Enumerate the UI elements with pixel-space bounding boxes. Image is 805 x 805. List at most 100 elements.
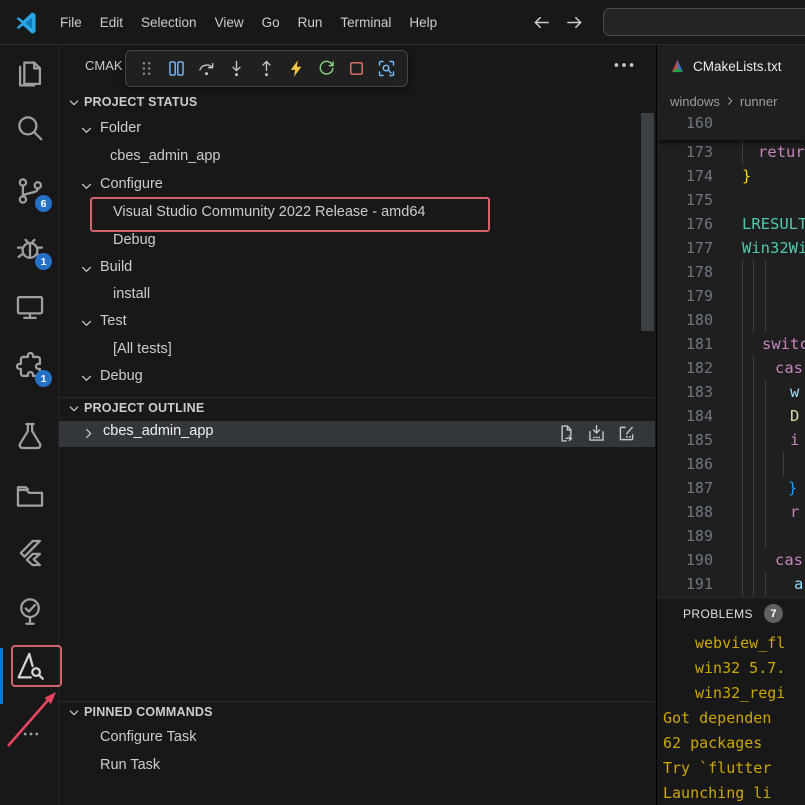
step-into-icon[interactable] [226, 58, 247, 79]
menu-view[interactable]: View [206, 0, 253, 45]
code-line-186[interactable]: 186 [657, 452, 805, 476]
activity-item-run-debug[interactable]: 1 [13, 232, 47, 266]
activity-item-cmake-tools[interactable] [13, 649, 47, 683]
code-text: a [794, 572, 803, 596]
activity-item-search[interactable] [13, 111, 47, 145]
activity-item-explorer[interactable] [13, 57, 47, 91]
section-header-pinned-commands[interactable]: PINNED COMMANDS [59, 701, 655, 724]
code-line-175[interactable]: 175 [657, 188, 805, 212]
restart-icon[interactable] [316, 58, 337, 79]
back-arrow-icon[interactable] [531, 12, 552, 33]
split-columns-icon[interactable] [166, 58, 187, 79]
menu-help[interactable]: Help [400, 0, 446, 45]
activity-item-project-manager[interactable] [13, 478, 47, 512]
code-line-173[interactable]: 173retur [657, 140, 805, 164]
tree-item-build[interactable]: Build [59, 257, 655, 282]
activity-item-extensions[interactable]: 1 [13, 349, 47, 383]
code-line-179[interactable]: 179 [657, 284, 805, 308]
tree-item-visual-studio-community-2022-release-amd64[interactable]: Visual Studio Community 2022 Release - a… [59, 202, 655, 227]
debug-flash-icon[interactable] [286, 58, 307, 79]
indent-guide [765, 476, 766, 500]
stop-icon[interactable] [346, 58, 367, 79]
indent-guide [742, 140, 743, 164]
line-number: 185 [657, 428, 713, 452]
code-line-185[interactable]: 185i [657, 428, 805, 452]
tree-item-configure[interactable]: Configure [59, 174, 655, 199]
tree-item-run-task[interactable]: Run Task [59, 755, 655, 780]
code-line-183[interactable]: 183w [657, 380, 805, 404]
tree-item-label: Configure [100, 176, 163, 192]
step-out-icon[interactable] [256, 58, 277, 79]
tree-item-install[interactable]: install [59, 284, 655, 309]
code-area[interactable]: 173retur174}175176LRESULT177Win32Wi17817… [657, 140, 805, 596]
config-box-icon[interactable] [616, 423, 637, 444]
line-number: 187 [657, 476, 713, 500]
tree-item-cbes-admin-app[interactable]: cbes_admin_app [59, 421, 655, 447]
section-header-project-outline[interactable]: PROJECT OUTLINE [59, 397, 655, 420]
code-line-188[interactable]: 188r [657, 500, 805, 524]
chevron-down-icon [66, 401, 82, 417]
indent-guide [753, 524, 754, 548]
indent-guide [742, 284, 743, 308]
indent-guide [765, 308, 766, 332]
tree-item-folder[interactable]: Folder [59, 118, 655, 143]
activity-item-tree-view[interactable] [13, 594, 47, 628]
code-line-189[interactable]: 189 [657, 524, 805, 548]
activity-item-remote-explorer[interactable] [13, 290, 47, 324]
command-center-searchbox[interactable] [603, 8, 805, 36]
indent-guide [753, 428, 754, 452]
indent-guide [765, 404, 766, 428]
tree-item--all-tests-[interactable]: [All tests] [59, 339, 655, 364]
code-line-176[interactable]: 176LRESULT [657, 212, 805, 236]
gripper-icon[interactable] [136, 58, 157, 79]
tree-item-configure-task[interactable]: Configure Task [59, 727, 655, 752]
install-tray-icon[interactable] [586, 423, 607, 444]
code-line-178[interactable]: 178 [657, 260, 805, 284]
tree-item-label: Folder [100, 120, 141, 136]
more-views-icon[interactable] [14, 724, 48, 744]
code-line-181[interactable]: 181switc [657, 332, 805, 356]
step-over-icon[interactable] [196, 58, 217, 79]
code-text: cas [775, 356, 803, 380]
problems-panel-header: PROBLEMS 7 [657, 598, 805, 629]
tree-item-cbes-admin-app[interactable]: cbes_admin_app [59, 146, 655, 171]
sidebar-more-actions-icon[interactable] [611, 52, 637, 78]
code-line-187[interactable]: 187} [657, 476, 805, 500]
code-text: Win32Wi [742, 236, 805, 260]
tab-cmakelists[interactable]: CMakeLists.txt [657, 45, 805, 88]
menu-go[interactable]: Go [253, 0, 289, 45]
activity-item-testing[interactable] [13, 419, 47, 453]
menu-run[interactable]: Run [289, 0, 332, 45]
code-line-174[interactable]: 174} [657, 164, 805, 188]
sticky-scroll-line[interactable]: 160 [657, 114, 805, 140]
tree-item-test[interactable]: Test [59, 311, 655, 336]
activity-item-flutter[interactable] [13, 536, 47, 570]
code-line-191[interactable]: 191a [657, 572, 805, 596]
tree-item-debug[interactable]: Debug [59, 366, 655, 391]
menu-file[interactable]: File [51, 0, 91, 45]
indent-guide [742, 428, 743, 452]
frame-search-icon[interactable] [376, 58, 397, 79]
code-line-184[interactable]: 184 D [657, 404, 805, 428]
code-line-180[interactable]: 180 [657, 308, 805, 332]
sidebar-scrollbar[interactable] [641, 113, 654, 331]
file-go-icon[interactable] [556, 423, 577, 444]
code-line-190[interactable]: 190cas [657, 548, 805, 572]
activity-item-source-control[interactable]: 6 [13, 174, 47, 208]
code-line-177[interactable]: 177Win32Wi [657, 236, 805, 260]
code-line-182[interactable]: 182cas [657, 356, 805, 380]
tree-item-debug[interactable]: Debug [59, 230, 655, 255]
sticky-line-number: 160 [657, 114, 713, 132]
menu-edit[interactable]: Edit [91, 0, 132, 45]
code-text: LRESULT [742, 212, 805, 236]
tab-problems[interactable]: PROBLEMS [683, 607, 753, 621]
breadcrumb-item-runner[interactable]: runner [740, 94, 778, 109]
menu-terminal[interactable]: Terminal [331, 0, 400, 45]
menu-selection[interactable]: Selection [132, 0, 206, 45]
indent-guide [765, 452, 766, 476]
line-number: 184 [657, 404, 713, 428]
breadcrumb-item-windows[interactable]: windows [670, 94, 720, 109]
token: D [790, 407, 799, 425]
forward-arrow-icon[interactable] [564, 12, 585, 33]
section-header-project-status[interactable]: PROJECT STATUS [59, 92, 655, 115]
